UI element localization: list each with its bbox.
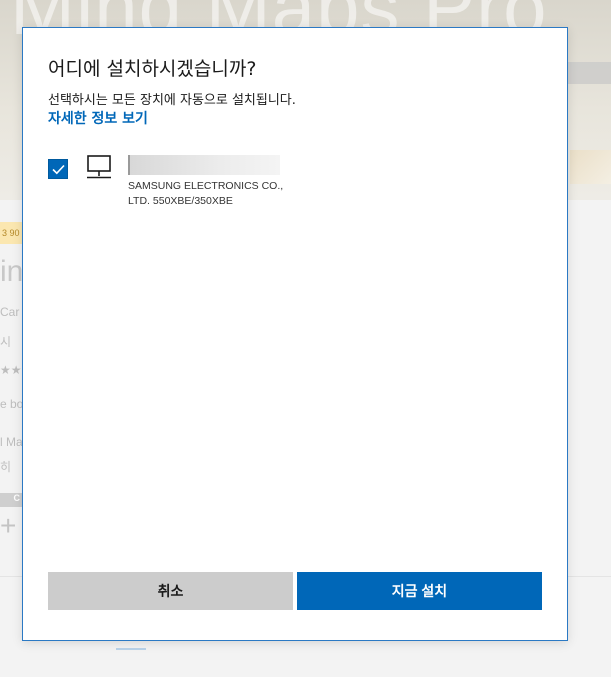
desktop-computer-icon xyxy=(87,155,111,179)
plus-icon: + xyxy=(0,510,17,541)
background-tab-indicator xyxy=(116,648,146,650)
hero-thumbnail xyxy=(570,150,611,184)
device-model: SAMSUNG ELECTRONICS CO., LTD. 550XBE/350… xyxy=(128,179,328,209)
feature-fragment: l Ma xyxy=(0,435,23,449)
more-info-link[interactable]: 자세한 정보 보기 xyxy=(48,108,148,128)
device-name-redacted xyxy=(128,155,280,175)
cancel-button[interactable]: 취소 xyxy=(48,572,293,610)
device-checkbox[interactable] xyxy=(48,159,68,179)
checkmark-icon xyxy=(52,164,65,175)
price-badge: 3 90 xyxy=(0,222,22,244)
device-model-line-2: LTD. 550XBE/350XBE xyxy=(128,195,233,207)
category-fragment: 시 xyxy=(0,335,12,349)
dialog-title: 어디에 설치하시겠습니까? xyxy=(48,58,257,80)
hero-strip xyxy=(568,62,611,84)
device-list-item[interactable]: SAMSUNG ELECTRONICS CO., LTD. 550XBE/350… xyxy=(48,155,548,215)
description-fragment: e bo xyxy=(0,397,24,411)
rating-stars-fragment: ★★ xyxy=(0,363,22,377)
install-now-button[interactable]: 지금 설치 xyxy=(297,572,542,610)
device-model-line-1: SAMSUNG ELECTRONICS CO., xyxy=(128,180,284,192)
install-location-dialog: 어디에 설치하시겠습니까? 선택하시는 모든 장치에 자동으로 설치됩니다. 자… xyxy=(22,27,568,641)
background-control: C xyxy=(0,493,22,507)
publisher-fragment: Car xyxy=(0,305,20,319)
dialog-description: 선택하시는 모든 장치에 자동으로 설치됩니다. xyxy=(48,93,296,108)
app-name-fragment: in xyxy=(0,255,24,288)
feature-fragment-2: 히 xyxy=(0,460,12,474)
